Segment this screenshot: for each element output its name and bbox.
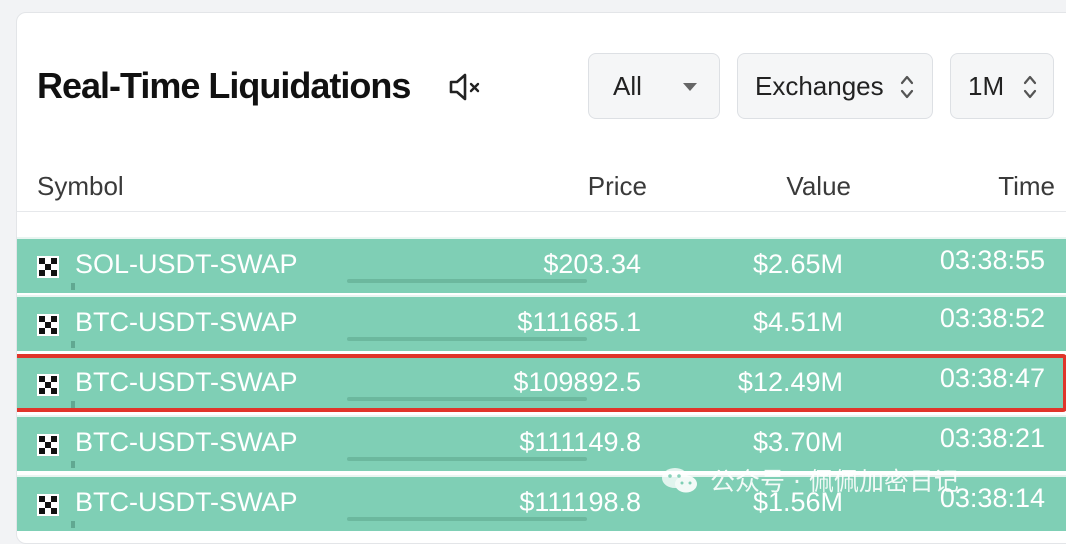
exchanges-select[interactable]: Exchanges xyxy=(737,53,933,119)
highlight-box xyxy=(17,354,1066,412)
updown-chevron-icon xyxy=(900,75,914,99)
watermark-text: 公众号 · 佩佩加密日记 xyxy=(710,467,959,496)
column-header-time[interactable]: Time xyxy=(998,171,1055,202)
wechat-icon xyxy=(662,468,697,493)
row-symbol: BTC-USDT-SWAP xyxy=(75,487,298,517)
speaker-muted-icon[interactable] xyxy=(447,69,483,105)
column-header-value[interactable]: Value xyxy=(786,171,851,202)
column-header-price[interactable]: Price xyxy=(588,171,647,202)
row-symbol: BTC-USDT-SWAP xyxy=(75,427,298,457)
row-price: $111198.8 xyxy=(519,487,641,517)
column-header-symbol[interactable]: Symbol xyxy=(37,171,124,202)
exchanges-select-value: Exchanges xyxy=(755,70,884,101)
row-value: $2.65M xyxy=(752,249,843,279)
side-filter-dropdown[interactable]: All xyxy=(588,53,720,119)
watermark: 公众号 · 佩佩加密日记 xyxy=(660,462,959,498)
timeframe-select-value: 1M xyxy=(968,70,1005,101)
okx-logo-icon xyxy=(37,256,59,278)
row-wave-decoration xyxy=(71,521,75,528)
row-wave-decoration xyxy=(71,461,75,468)
row-time: 03:38:52 xyxy=(939,303,1045,333)
table-row[interactable]: BTC-USDT-SWAP $111685.1 $4.51M 03:38:52 xyxy=(17,295,1066,351)
row-symbol: BTC-USDT-SWAP xyxy=(75,307,298,337)
row-wave-decoration xyxy=(71,283,75,290)
row-time: 03:38:55 xyxy=(939,245,1045,275)
updown-chevron-icon xyxy=(1023,75,1037,99)
timeframe-select[interactable]: 1M xyxy=(950,53,1054,119)
table-header: Symbol Price Value Time xyxy=(17,163,1066,212)
row-time: 03:38:21 xyxy=(939,423,1045,453)
row-symbol: SOL-USDT-SWAP xyxy=(75,249,298,279)
okx-logo-icon xyxy=(37,494,59,516)
row-price: $111149.8 xyxy=(519,427,641,457)
row-wave-decoration xyxy=(71,341,75,348)
page-title: Real-Time Liquidations xyxy=(37,65,411,106)
okx-logo-icon xyxy=(37,434,59,456)
table-row[interactable]: SOL-USDT-SWAP $203.34 $2.65M 03:38:55 xyxy=(17,237,1066,293)
side-filter-value: All xyxy=(613,70,642,101)
row-price: $111685.1 xyxy=(517,307,641,337)
row-value: $4.51M xyxy=(752,307,843,337)
row-price: $203.34 xyxy=(543,249,641,279)
row-value: $3.70M xyxy=(752,427,843,457)
okx-logo-icon xyxy=(37,314,59,336)
caret-down-icon xyxy=(683,83,697,91)
